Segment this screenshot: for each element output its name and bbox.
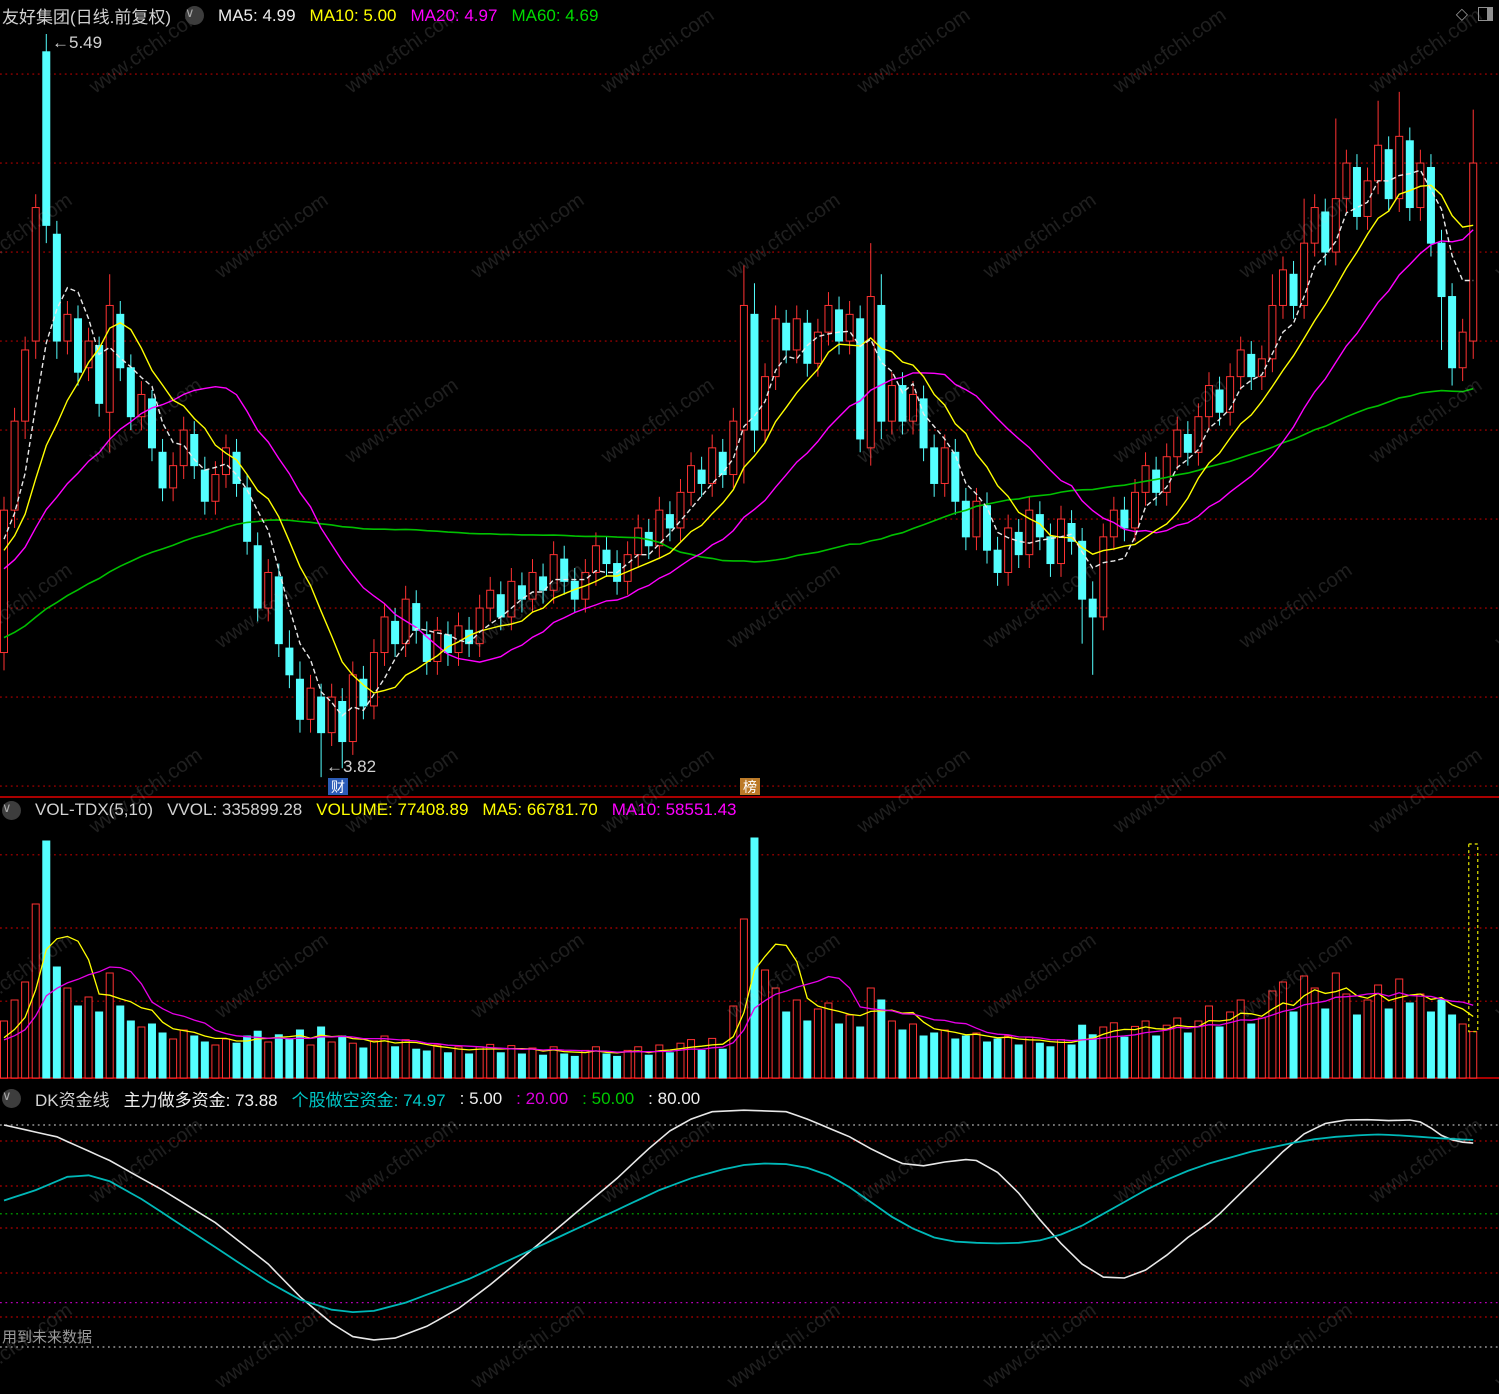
dk-indicator-name: DK资金线 [35,1091,110,1110]
dk-level-50: : 50.00 [582,1088,635,1108]
svg-text:←3.82: ←3.82 [326,757,376,776]
price-annotations: ←5.49 ←3.82 [52,33,376,776]
stock-title: 友好集团(日线.前复权) [2,8,172,27]
dk-level-80: : 80.00 [648,1088,701,1108]
gridlines [0,73,1499,1348]
chevron-down-icon[interactable]: ∨ [2,1089,21,1108]
dk-pane-header: ∨ DK资金线 主力做多资金: 73.88 个股做空资金: 74.97 : 5.… [2,1086,700,1111]
vvol-projection-box [1468,843,1479,1033]
ma10-value: MA10: 5.00 [309,5,397,25]
chevron-down-icon[interactable]: ∨ [2,800,21,820]
volume-pane-header: ∨ VOL-TDX(5,10) VVOL: 335899.28 VOLUME: … [2,800,737,820]
vol-ma5-value: MA5: 66781.70 [482,800,598,819]
dk-short-value: 个股做空资金: 74.97 [291,1091,446,1110]
svg-text:←5.49: ←5.49 [52,33,102,52]
panel-layout-icon[interactable] [1478,7,1493,21]
dk-level-5: : 5.00 [459,1088,503,1108]
vol-ma10-value: MA10: 58551.43 [611,800,737,819]
ma20-value: MA20: 4.97 [410,5,498,25]
ma60-value: MA60: 4.69 [511,5,599,25]
marker-cai-badge[interactable]: 财 [328,778,348,795]
dk-long-value: 主力做多资金: 73.88 [123,1091,278,1110]
volume-bars [0,837,1479,1079]
ma5-value: MA5: 4.99 [218,5,296,25]
chart-window: www.cfchi.com www.cfchi.com www.cfchi.com w… [0,0,1499,1393]
stock-chart-canvas[interactable]: ←5.49 ←3.82 [0,0,1499,1351]
diamond-icon[interactable]: ◇ [1456,4,1468,24]
window-controls: ◇ [1456,4,1493,24]
volume-value: VOLUME: 77408.89 [316,800,469,819]
vol-indicator-name: VOL-TDX(5,10) [35,800,154,819]
price-pane-header: 友好集团(日线.前复权) ∨ MA5: 4.99 MA10: 5.00 MA20… [2,3,598,28]
vvol-value: VVOL: 335899.28 [167,800,303,819]
future-data-notice: 用到未来数据 [2,1329,93,1346]
chevron-down-icon[interactable]: ∨ [185,6,205,25]
dk-level-20: : 20.00 [516,1088,569,1108]
marker-bang-badge[interactable]: 榜 [740,778,760,795]
candlesticks [0,34,1478,778]
dk-lines [3,1109,1474,1341]
